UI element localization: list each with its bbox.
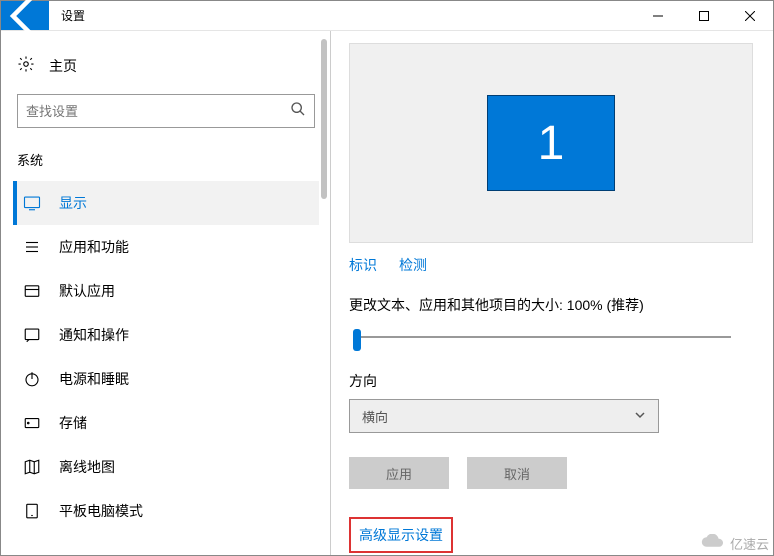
watermark-text: 亿速云 xyxy=(730,534,769,553)
monitor-icon xyxy=(23,194,41,212)
group-label: 系统 xyxy=(13,146,319,181)
chevron-down-icon xyxy=(634,409,646,424)
sidebar-item-tablet[interactable]: 平板电脑模式 xyxy=(13,489,319,533)
advanced-display-link[interactable]: 高级显示设置 xyxy=(349,517,453,553)
map-icon xyxy=(23,458,41,476)
identify-link[interactable]: 标识 xyxy=(349,255,377,275)
detect-link[interactable]: 检测 xyxy=(399,255,427,275)
notification-icon xyxy=(23,326,41,344)
titlebar: 设置 xyxy=(1,1,773,31)
button-row: 应用 取消 xyxy=(349,457,753,489)
apply-button[interactable]: 应用 xyxy=(349,457,449,489)
window-title: 设置 xyxy=(49,1,635,30)
close-button[interactable] xyxy=(727,1,773,30)
list-icon xyxy=(23,238,41,256)
sidebar-item-label: 显示 xyxy=(59,193,87,213)
window-controls xyxy=(635,1,773,30)
sidebar-item-label: 通知和操作 xyxy=(59,325,129,345)
slider-thumb[interactable] xyxy=(353,329,361,351)
maximize-button[interactable] xyxy=(681,1,727,30)
tablet-icon xyxy=(23,502,41,520)
sidebar-item-power[interactable]: 电源和睡眠 xyxy=(13,357,319,401)
sidebar-item-default-apps[interactable]: 默认应用 xyxy=(13,269,319,313)
minimize-button[interactable] xyxy=(635,1,681,30)
storage-icon xyxy=(23,414,41,432)
search-box[interactable] xyxy=(17,94,315,128)
sidebar-item-label: 默认应用 xyxy=(59,281,115,301)
sidebar-item-display[interactable]: 显示 xyxy=(13,181,319,225)
sidebar-item-apps[interactable]: 应用和功能 xyxy=(13,225,319,269)
sidebar-item-label: 电源和睡眠 xyxy=(59,369,129,389)
sidebar-item-label: 存储 xyxy=(59,413,87,433)
search-input[interactable] xyxy=(26,104,290,119)
orientation-label: 方向 xyxy=(349,371,753,391)
back-button[interactable] xyxy=(1,1,49,30)
sidebar-item-label: 离线地图 xyxy=(59,457,115,477)
scrollbar[interactable] xyxy=(321,39,327,199)
slider-track xyxy=(359,336,731,338)
orientation-value: 横向 xyxy=(362,407,388,426)
monitor-tile[interactable]: 1 xyxy=(487,95,615,191)
power-icon xyxy=(23,370,41,388)
sidebar-item-storage[interactable]: 存储 xyxy=(13,401,319,445)
gear-icon xyxy=(17,55,35,76)
watermark: 亿速云 xyxy=(700,534,769,553)
sidebar-item-label: 平板电脑模式 xyxy=(59,501,143,521)
cloud-icon xyxy=(700,534,726,553)
search-icon xyxy=(290,101,306,122)
home-label: 主页 xyxy=(49,56,77,76)
sidebar-item-label: 应用和功能 xyxy=(59,237,129,257)
content-area: 主页 系统 显示 应用和功能 默认应用 通知和操作 电源和睡眠 存 xyxy=(1,31,773,555)
sidebar-item-notifications[interactable]: 通知和操作 xyxy=(13,313,319,357)
cancel-button[interactable]: 取消 xyxy=(467,457,567,489)
display-actions: 标识 检测 xyxy=(349,255,753,275)
scale-label: 更改文本、应用和其他项目的大小: 100% (推荐) xyxy=(349,295,753,315)
scale-slider[interactable] xyxy=(349,327,753,347)
home-link[interactable]: 主页 xyxy=(13,49,319,90)
main-panel: 1 标识 检测 更改文本、应用和其他项目的大小: 100% (推荐) 方向 横向… xyxy=(331,31,773,555)
orientation-select[interactable]: 横向 xyxy=(349,399,659,433)
monitor-number: 1 xyxy=(538,116,565,171)
defaults-icon xyxy=(23,282,41,300)
sidebar-item-maps[interactable]: 离线地图 xyxy=(13,445,319,489)
monitor-preview: 1 xyxy=(349,43,753,243)
sidebar: 主页 系统 显示 应用和功能 默认应用 通知和操作 电源和睡眠 存 xyxy=(1,31,331,555)
